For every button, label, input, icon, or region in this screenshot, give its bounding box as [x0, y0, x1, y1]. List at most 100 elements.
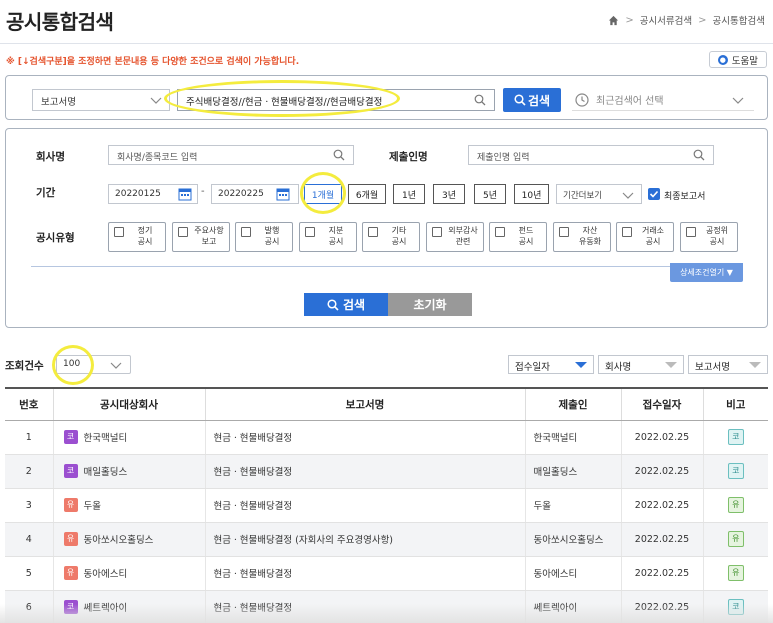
final-report-label: 최종보고서 [664, 192, 706, 202]
breadcrumb-item[interactable]: 공시통합검색 [713, 13, 765, 27]
results-table: 번호 공시대상회사 보고서명 제출인 접수일자 비고 1 코 한국맥널티 현금ㆍ현물배… [5, 387, 768, 623]
disclosure-type-button[interactable]: 지분 공시 [299, 222, 357, 252]
home-icon[interactable] [608, 15, 619, 26]
disclosure-type-label: 발행 [264, 226, 280, 235]
sort-by-report-select[interactable]: 보고서명 [688, 355, 768, 374]
submitter-name[interactable]: 동아에스티 [524, 556, 621, 591]
period-5y-button[interactable]: 5년 [474, 184, 506, 204]
chevron-down-icon [110, 362, 122, 369]
date-from-value: 20220125 [115, 189, 161, 199]
checkbox[interactable] [178, 227, 188, 237]
disclosure-type-button[interactable]: 외부감사관련 [426, 222, 484, 252]
sort-by-date-select[interactable]: 접수일자 [508, 355, 594, 374]
receipt-date: 2022.02.25 [620, 420, 703, 455]
column-header: 번호 [5, 387, 53, 421]
company-name[interactable]: 매일홀딩스 [84, 467, 128, 478]
company-cell[interactable]: 유 동아에스티 [52, 556, 205, 591]
disclosure-type-button[interactable]: 기타 공시 [362, 222, 420, 252]
company-label: 회사명 [36, 151, 65, 163]
final-report-checkbox[interactable] [648, 188, 660, 200]
search-icon[interactable] [693, 149, 705, 161]
submitter-name[interactable]: 한국맥널티 [524, 420, 621, 455]
market-badge: 유 [63, 566, 78, 580]
report-name[interactable]: 현금ㆍ현물배당결정 (자회사의 주요경영사항) [204, 522, 525, 557]
disclosure-type-button[interactable]: 공정위 공시 [680, 222, 738, 252]
report-name[interactable]: 현금ㆍ현물배당결정 [204, 556, 525, 591]
sort-company-label: 회사명 [605, 362, 632, 373]
check-icon [649, 190, 659, 198]
disclosure-type-label: 공시 [709, 237, 725, 246]
period-10y-button[interactable]: 10년 [514, 184, 549, 204]
checkbox[interactable] [241, 227, 251, 237]
sort-by-company-select[interactable]: 회사명 [598, 355, 684, 374]
disclosure-type-label: 관련 [455, 237, 471, 246]
receipt-date: 2022.02.25 [620, 454, 703, 489]
period-6m-button[interactable]: 6개월 [348, 184, 386, 204]
result-count-select[interactable]: 100 [56, 355, 131, 374]
search-icon[interactable] [333, 149, 345, 161]
period-3y-button[interactable]: 3년 [433, 184, 465, 204]
sort-report-label: 보고서명 [695, 362, 730, 373]
checkbox[interactable] [686, 227, 696, 237]
disclosure-type-button[interactable]: 정기 공시 [108, 222, 166, 252]
report-name[interactable]: 현금ㆍ현물배당결정 [204, 454, 525, 489]
disclosure-type-label: 공시유형 [36, 232, 75, 244]
reset-button[interactable]: 초기화 [388, 293, 472, 316]
company-cell[interactable]: 유 동아쏘시오홀딩스 [52, 522, 205, 557]
company-name[interactable]: 한국맥널티 [84, 433, 128, 444]
disclosure-type-button[interactable]: 펀드 공시 [489, 222, 547, 252]
detail-conditions-toggle[interactable]: 상세조건열기 ▼ [670, 263, 743, 282]
company-cell[interactable]: 코 한국맥널티 [52, 420, 205, 455]
checkbox[interactable] [368, 227, 378, 237]
period-more-select[interactable]: 기간더보기 [556, 184, 642, 204]
calendar-icon[interactable] [276, 187, 290, 201]
company-cell[interactable]: 유 두올 [52, 488, 205, 523]
company-name[interactable]: 두올 [84, 501, 101, 512]
disclosure-type-label: 공시 [518, 237, 534, 246]
search-scope-select[interactable]: 보고서명 [32, 89, 170, 111]
disclosure-type-button[interactable]: 주요사항 보고 [172, 222, 230, 252]
row-number: 4 [5, 522, 53, 557]
search-button[interactable]: 검색 [503, 88, 561, 112]
company-name[interactable]: 동아에스티 [84, 569, 128, 580]
period-1m-button[interactable]: 1개월 [304, 184, 342, 204]
company-name[interactable]: 동아쏘시오홀딩스 [84, 535, 154, 546]
recent-search-select[interactable]: 최근검색어 선택 [572, 89, 754, 111]
calendar-icon[interactable] [178, 187, 192, 201]
disclosure-type-button[interactable]: 발행 공시 [235, 222, 293, 252]
submitter-name[interactable]: 두올 [524, 488, 621, 523]
result-count-label: 조회건수 [5, 360, 44, 372]
submitter-input[interactable]: 제출인명 입력 [468, 145, 714, 165]
help-button[interactable]: ● 도움말 [708, 51, 767, 68]
checkbox[interactable] [305, 227, 315, 237]
filter-search-button[interactable]: 검색 [304, 293, 388, 316]
period-more-value: 기간더보기 [563, 191, 603, 201]
checkbox[interactable] [495, 227, 505, 237]
disclosure-type-label: 유동화 [578, 237, 602, 246]
disclosure-type-button[interactable]: 자산 유동화 [553, 222, 611, 252]
company-input[interactable]: 회사명/종목코드 입력 [108, 145, 354, 165]
note-cell: 코 [702, 454, 768, 489]
checkbox[interactable] [622, 227, 632, 237]
checkbox[interactable] [114, 227, 124, 237]
disclosure-type-label: 외부감사 [448, 226, 478, 235]
market-note-badge: 유 [727, 497, 744, 513]
column-header: 비고 [702, 387, 768, 421]
company-cell[interactable]: 코 매일홀딩스 [52, 454, 205, 489]
checkbox[interactable] [559, 227, 569, 237]
breadcrumb-item[interactable]: 공시서류검색 [640, 13, 692, 27]
location-pin-icon: ● [717, 54, 728, 65]
breadcrumb: > 공시서류검색 > 공시통합검색 [608, 13, 765, 27]
report-name[interactable]: 현금ㆍ현물배당결정 [204, 420, 525, 455]
chevron-down-icon [622, 192, 634, 199]
submitter-name[interactable]: 동아쏘시오홀딩스 [524, 522, 621, 557]
period-1y-button[interactable]: 1년 [393, 184, 425, 204]
receipt-date: 2022.02.25 [620, 522, 703, 557]
search-input[interactable]: 주식배당결정//현금ㆍ현물배당결정//현금배당결정 [177, 89, 495, 111]
search-icon[interactable] [474, 94, 486, 106]
report-name[interactable]: 현금ㆍ현물배당결정 [204, 488, 525, 523]
checkbox[interactable] [432, 227, 442, 237]
disclosure-type-button[interactable]: 거래소 공시 [616, 222, 674, 252]
help-label: 도움말 [731, 55, 758, 67]
submitter-name[interactable]: 매일홀딩스 [524, 454, 621, 489]
